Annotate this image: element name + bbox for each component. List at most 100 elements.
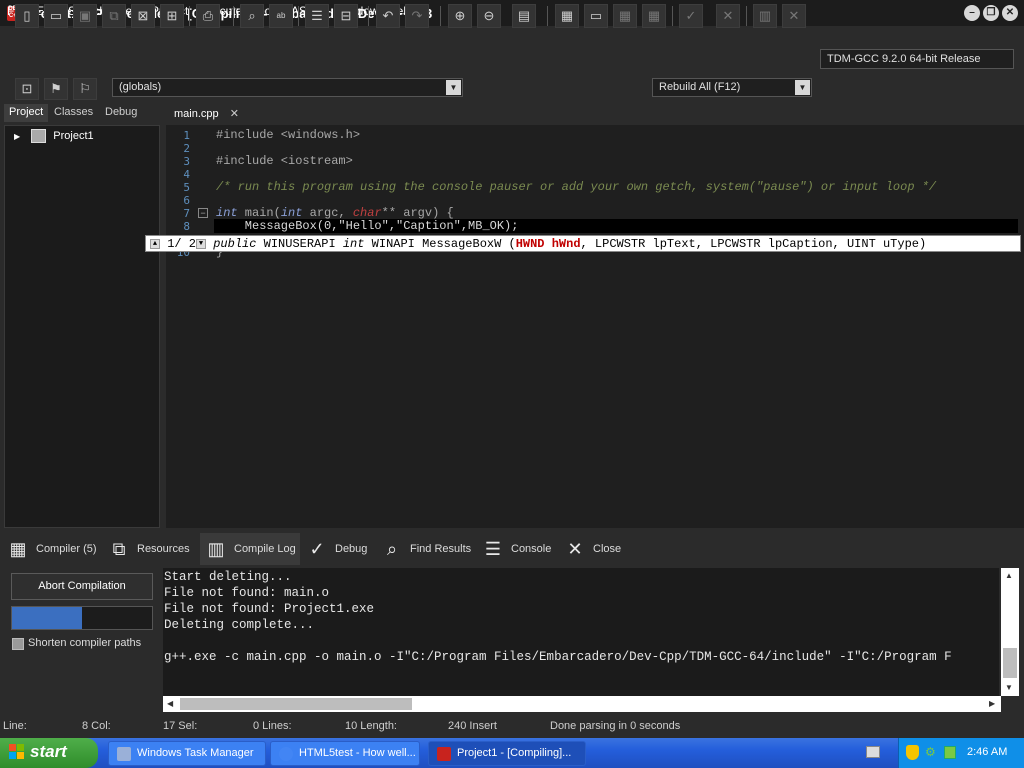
tab-close[interactable]: ✕ Close — [559, 533, 625, 565]
keyword: int — [280, 206, 303, 220]
print-icon[interactable]: ⎙ — [196, 4, 220, 28]
code-text: argc, — [302, 206, 353, 220]
toolbar-separator — [189, 6, 190, 26]
close-window-icon[interactable]: ✕ — [1002, 5, 1018, 21]
compile-icon[interactable]: ▦ — [555, 4, 579, 28]
save-icon[interactable]: ▣ — [73, 4, 97, 28]
tree-item-project1[interactable]: ▶ Project1 — [14, 129, 94, 143]
bookmark-icon[interactable]: ⚑ — [44, 78, 68, 100]
code-text: ** argv) { — [381, 206, 454, 220]
code-line-3: #include <iostream> — [216, 154, 353, 168]
scroll-right-icon[interactable]: ▶ — [989, 699, 995, 708]
windows-logo-icon — [9, 744, 25, 760]
toolbar-separator — [298, 6, 299, 26]
build-action-select[interactable]: Rebuild All (F12) ▼ — [652, 78, 812, 97]
goto-line-icon[interactable]: ☰ — [305, 4, 329, 28]
taskbar-item-browser[interactable]: HTML5test - How well... — [270, 741, 420, 766]
scroll-up-icon[interactable]: ▲ — [1005, 571, 1013, 580]
toolbar-separator — [440, 6, 441, 26]
profile-icon[interactable]: ▥ — [753, 4, 777, 28]
browser-icon — [279, 747, 293, 761]
log-line: File not found: main.o — [164, 586, 330, 600]
tab-compiler[interactable]: ▦ Compiler (5) — [2, 533, 101, 565]
hint-prev-arrow-icon[interactable]: ▲ — [150, 238, 160, 249]
log-line: g++.exe -c main.cpp -o main.o -I"C:/Prog… — [164, 650, 952, 664]
project-options-icon[interactable]: ▤ — [512, 4, 536, 28]
tab-console[interactable]: ☰ Console — [477, 533, 555, 565]
log-line: Start deleting... — [164, 570, 292, 584]
close-tab-icon[interactable]: ✕ — [230, 108, 239, 120]
expand-arrow-icon[interactable]: ▶ — [14, 132, 20, 141]
tab-resources[interactable]: ⧉ Resources — [103, 533, 194, 565]
run-icon[interactable]: ▭ — [584, 4, 608, 28]
chevron-down-icon[interactable]: ▼ — [446, 80, 461, 95]
hint-next-arrow-icon[interactable]: ▼ — [196, 238, 207, 249]
rebuild-icon[interactable]: ▦ — [642, 4, 666, 28]
new-project-icon[interactable]: ⊕ — [448, 4, 472, 28]
remove-file-icon[interactable]: ⊖ — [477, 4, 501, 28]
close-file-icon[interactable]: ⊠ — [131, 4, 155, 28]
fold-toggle-icon[interactable]: − — [198, 208, 208, 218]
tab-project[interactable]: Project — [4, 104, 49, 122]
toggle-editor-icon[interactable]: ⊟ — [334, 4, 358, 28]
tab-debug-output[interactable]: ✓ Debug — [301, 533, 371, 565]
code-text: main( — [237, 206, 281, 220]
clock[interactable]: 2:46 AM — [967, 746, 1007, 758]
toolbar-separator — [233, 6, 234, 26]
abort-compilation-button[interactable]: Abort Compilation — [11, 573, 153, 600]
scroll-left-icon[interactable]: ◀ — [167, 699, 173, 708]
minimize-icon[interactable]: – — [964, 5, 980, 21]
chevron-down-icon[interactable]: ▼ — [795, 80, 810, 95]
stop-execution-icon[interactable]: ✕ — [716, 4, 740, 28]
status-length: 10 Length: — [345, 720, 397, 732]
line-number: 6 — [183, 194, 190, 207]
syntax-check-icon[interactable]: ✓ — [679, 4, 703, 28]
tab-label: Resources — [137, 543, 190, 555]
volume-icon[interactable] — [944, 746, 956, 759]
compile-run-icon[interactable]: ▦ — [613, 4, 637, 28]
shorten-paths-checkbox[interactable] — [12, 638, 24, 650]
line-number: 4 — [183, 168, 190, 181]
code-line-8: MessageBox(0,"Hello","Caption",MB_OK); — [216, 219, 519, 233]
taskbar-item-devcpp[interactable]: Project1 - [Compiling]... — [428, 741, 586, 766]
keyword: char — [352, 206, 382, 220]
log-line: File not found: Project1.exe — [164, 602, 375, 616]
check-icon: ✓ — [309, 539, 325, 559]
replace-icon[interactable]: ab — [269, 4, 293, 28]
find-icon[interactable]: ⌕ — [240, 4, 264, 28]
build-action-value: Rebuild All (F12) — [659, 81, 741, 93]
project-tree-panel — [4, 125, 160, 528]
tab-compile-log[interactable]: ▥ Compile Log — [200, 533, 300, 565]
insert-icon[interactable]: ⊡ — [15, 78, 39, 100]
keyboard-icon[interactable] — [866, 746, 880, 758]
new-file-icon[interactable]: ▯ — [15, 4, 39, 28]
undo-icon[interactable]: ↶ — [376, 4, 400, 28]
hint-signature: WINAPI MessageBoxW ( — [364, 237, 516, 251]
scrollbar-thumb[interactable] — [180, 698, 412, 710]
goto-bookmark-icon[interactable]: ⚐ — [73, 78, 97, 100]
tab-label: Find Results — [410, 543, 472, 555]
status-insert: 240 Insert — [448, 720, 497, 732]
network-icon[interactable]: ⚙ — [925, 745, 938, 760]
taskbar-item-task-manager[interactable]: Windows Task Manager — [108, 741, 266, 766]
tab-label: Console — [511, 543, 552, 555]
tab-main-cpp[interactable]: main.cpp ✕ — [166, 104, 247, 124]
tab-debug[interactable]: Debug — [100, 104, 142, 122]
security-shield-icon[interactable] — [906, 745, 919, 760]
keyword: int — [216, 206, 238, 220]
signature-hint-popup: ▲ 1/ 2 ▼ public WINUSERAPI int WINAPI Mes… — [145, 235, 1021, 252]
scope-select[interactable]: (globals) ▼ — [112, 78, 463, 97]
compiler-set-select[interactable]: TDM-GCC 9.2.0 64-bit Release — [820, 49, 1014, 69]
open-folder-icon[interactable]: ▭ — [44, 4, 68, 28]
delete-profile-icon[interactable]: ✕ — [782, 4, 806, 28]
scroll-down-icon[interactable]: ▼ — [1005, 683, 1013, 692]
restore-icon[interactable]: ❐ — [983, 5, 999, 21]
tree-item-label: Project1 — [53, 129, 94, 142]
close-all-icon[interactable]: ⊞ — [160, 4, 184, 28]
tab-classes[interactable]: Classes — [49, 104, 98, 122]
scrollbar-thumb[interactable] — [1003, 648, 1017, 678]
redo-icon[interactable]: ↷ — [405, 4, 429, 28]
save-all-icon[interactable]: ⧉ — [102, 4, 126, 28]
tab-find-results[interactable]: ⌕ Find Results — [376, 533, 475, 565]
close-icon: ✕ — [567, 539, 583, 559]
